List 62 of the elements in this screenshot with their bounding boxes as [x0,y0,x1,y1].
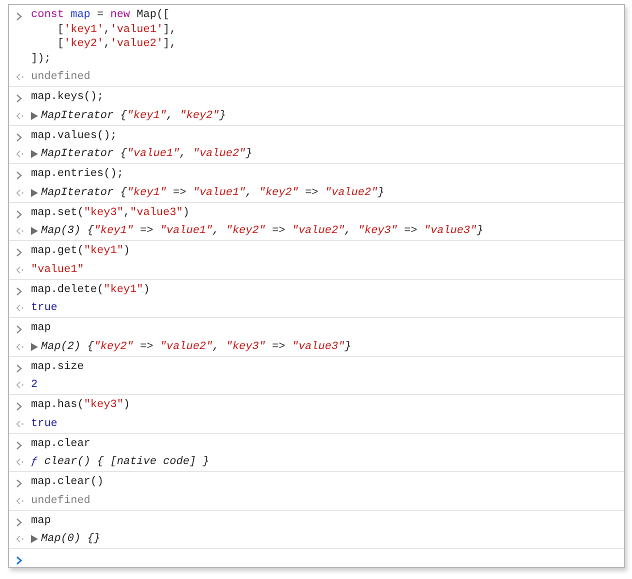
result-value: Map(3) {"key1" => "value1", "key2" => "value2", "key3" => "value3"} [41,225,484,237]
expand-triangle-icon[interactable] [31,112,38,120]
expand-triangle-icon[interactable] [31,342,38,350]
result-value: undefined [31,494,90,506]
code-line: ]); [31,52,52,66]
chevron-icon [15,171,24,180]
code-line: map.entries(); [31,167,124,182]
chevron-icon [15,479,24,488]
result-arrow-icon [15,73,24,81]
chevron-icon [15,325,24,334]
chevron-icon [15,364,24,372]
result-value: undefined [31,71,90,83]
chevron-icon [15,518,24,526]
prompt-chevron-icon[interactable] [15,556,24,564]
result-value: ƒ clear() { [native code] } [31,456,210,468]
result-arrow-icon [15,535,24,543]
result-arrow-icon [15,112,24,120]
code-line: map.set("key3","value3") [31,206,190,220]
chevron-icon [15,440,24,450]
result-value: Map(0) {} [41,533,100,545]
expand-triangle-icon[interactable] [31,150,38,158]
result-value: true [31,418,58,430]
code-line: map.clear [31,436,90,451]
code-line: map [31,321,51,336]
expand-triangle-icon[interactable] [31,188,38,196]
code-line: map.keys(); [31,90,104,104]
chevron-icon [15,286,24,296]
result-value: "value1" [31,264,84,276]
code-line: ['key2','value2'], [56,37,176,52]
code-line: map [31,514,51,528]
chevron-icon [15,12,24,21]
result-value: MapIterator {"key1", "key2"} [41,110,226,122]
result-value: MapIterator {"key1" => "value1", "key2" => "value2"} [41,186,384,198]
result-arrow-icon [15,304,24,312]
result-arrow-icon [15,420,24,428]
code-line: map.size [31,360,84,374]
code-line: map.delete("key1") [31,282,150,297]
chevron-icon [15,210,24,218]
result-arrow-icon [15,227,24,235]
result-arrow-icon [15,496,24,504]
code-line: map.has("key3") [31,398,130,412]
chevron-icon [15,132,24,142]
expand-triangle-icon[interactable] [31,535,38,543]
result-value: MapIterator {"value1", "value2"} [41,148,252,160]
code-line: map.clear() [31,475,104,490]
result-arrow-icon [15,342,24,350]
code-line: map.get("key1") [31,244,130,258]
result-value: true [31,302,58,314]
chevron-icon [15,402,24,411]
result-arrow-icon [15,381,24,389]
result-arrow-icon [15,458,24,466]
result-arrow-icon [15,188,24,196]
code-line: map.values(); [31,128,117,143]
chevron-icon [15,94,24,103]
chevron-icon [15,248,24,257]
result-arrow-icon [15,150,24,158]
expand-triangle-icon[interactable] [31,227,38,235]
result-arrow-icon [15,266,24,274]
code-line: ['key1','value1'], [56,22,176,37]
result-value: 2 [31,379,38,391]
result-value: Map(2) {"key2" => "value2", "key3" => "value3"} [41,340,352,352]
code-line: const map = new Map([ [31,8,171,22]
